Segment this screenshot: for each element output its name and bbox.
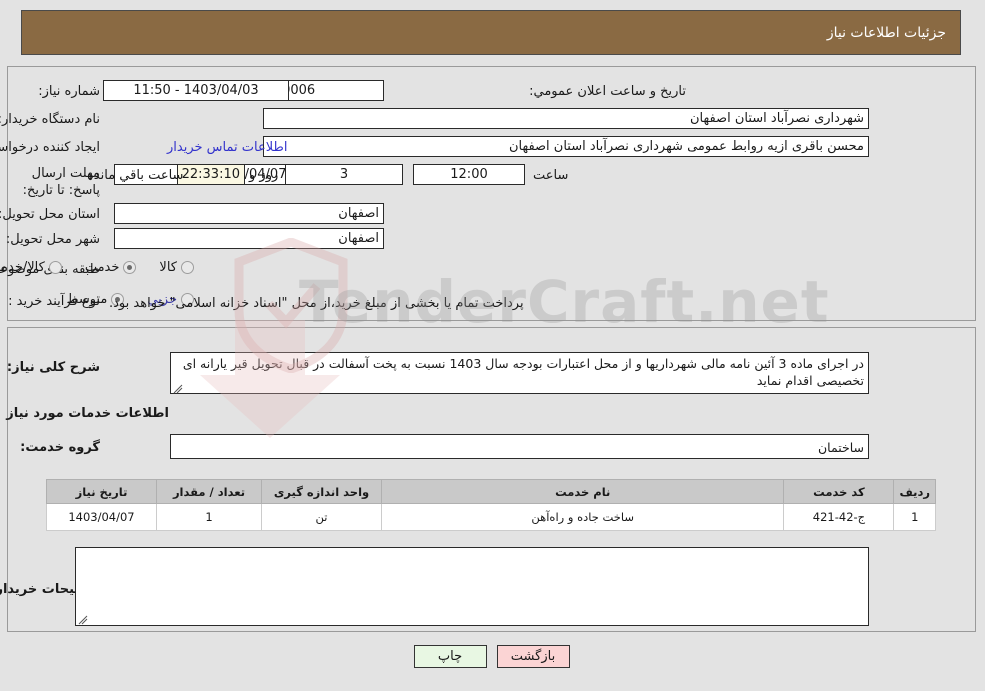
province-field[interactable]: اصفهان [115, 203, 385, 224]
creator-field[interactable]: محسن باقری ازیه روابط عمومی شهرداری نصرآ… [264, 136, 870, 157]
creator-label: ایجاد کننده درخواست: [0, 140, 101, 155]
services-table: ردیف کد خدمت نام خدمت واحد اندازه گیری ت… [47, 479, 937, 531]
table-header-cell: ردیف [894, 479, 937, 504]
table-cell-need-date: 1403/04/07 [47, 503, 158, 531]
deadline-time-label: ساعت [534, 168, 570, 183]
deadline-countdown-label: ساعت باقي مانده [88, 168, 185, 183]
category-option-kala-khedmat[interactable]: کالا/خدمت [0, 260, 63, 275]
process-option-label: متوسط [67, 292, 109, 307]
announce-datetime-field[interactable]: 1403/04/03 - 11:50 [104, 80, 290, 101]
announce-datetime-label: تاریخ و ساعت اعلان عمومي: [530, 84, 687, 99]
category-option-label: کالا/خدمت [0, 260, 46, 275]
table-cell-row-no: 1 [894, 503, 937, 531]
table-cell-unit: تن [262, 503, 383, 531]
table-cell-service-code: ج-42-421 [784, 503, 896, 531]
category-radio-group[interactable]: کالا خدمت کالا/خدمت [0, 260, 195, 275]
province-label: استان محل تحویل: [0, 207, 101, 222]
table-header-cell: تعداد / مقدار [157, 479, 263, 504]
city-label: شهر محل تحویل: [6, 232, 101, 247]
deadline-days-field[interactable]: 3 [286, 164, 404, 185]
buyer-contact-link[interactable]: اطلاعات تماس خریدار [168, 140, 288, 155]
services-section-title: اطلاعات خدمات مورد نیاز [7, 406, 170, 421]
table-header-cell: واحد اندازه گیری [262, 479, 383, 504]
general-description-label: شرح کلی نیاز: [7, 360, 101, 375]
radio-indicator-icon[interactable] [182, 261, 195, 274]
print-button[interactable]: چاپ [414, 645, 488, 668]
service-group-label: گروه خدمت: [21, 440, 101, 455]
category-option-kala[interactable]: کالا [160, 260, 195, 275]
city-field[interactable]: اصفهان [115, 228, 385, 249]
buyer-org-label: نام دستگاه خریدار: [0, 112, 101, 127]
deadline-countdown-field: 22:33:10 [178, 164, 246, 185]
table-header-cell: نام خدمت [381, 479, 786, 504]
table-cell-quantity: 1 [157, 503, 263, 531]
buyer-org-field[interactable]: شهرداری نصرآباد استان اصفهان [264, 108, 870, 129]
need-info-panel [8, 66, 977, 321]
radio-indicator-icon[interactable] [49, 261, 63, 274]
page-title-bar: جزئیات اطلاعات نیاز [22, 10, 962, 55]
need-number-label: شماره نیاز: [39, 84, 101, 99]
buyer-notes-textarea[interactable] [76, 547, 870, 626]
service-group-field[interactable]: ساختمان [171, 434, 870, 459]
table-cell-service-name: ساخت جاده و راه‌آهن [381, 503, 786, 531]
table-header-cell: کد خدمت [784, 479, 896, 504]
radio-indicator-icon[interactable] [124, 261, 138, 274]
table-header-cell: تاریخ نیاز [47, 479, 158, 504]
page-title: جزئیات اطلاعات نیاز [827, 24, 947, 41]
back-button[interactable]: بازگشت [497, 645, 571, 668]
category-option-label: کالا [160, 260, 178, 275]
deadline-days-label: روز و [250, 168, 280, 183]
process-type-note: پرداخت تمام یا بخشی از مبلغ خرید،از محل … [110, 296, 525, 311]
deadline-time-field[interactable]: 12:00 [414, 164, 526, 185]
category-option-label: خدمت [85, 260, 121, 275]
action-button-bar: بازگشت چاپ [0, 645, 985, 668]
page-root: TenderCraft.net جزئیات اطلاعات نیاز شمار… [0, 0, 985, 691]
category-option-khedmat[interactable]: خدمت [86, 260, 138, 275]
table-row: 1 ج-42-421 ساخت جاده و راه‌آهن تن 1 1403… [47, 503, 937, 531]
general-description-textarea[interactable]: در اجرای ماده 3 آئین نامه مالی شهرداریها… [171, 352, 870, 394]
table-header-row: ردیف کد خدمت نام خدمت واحد اندازه گیری ت… [47, 479, 937, 504]
